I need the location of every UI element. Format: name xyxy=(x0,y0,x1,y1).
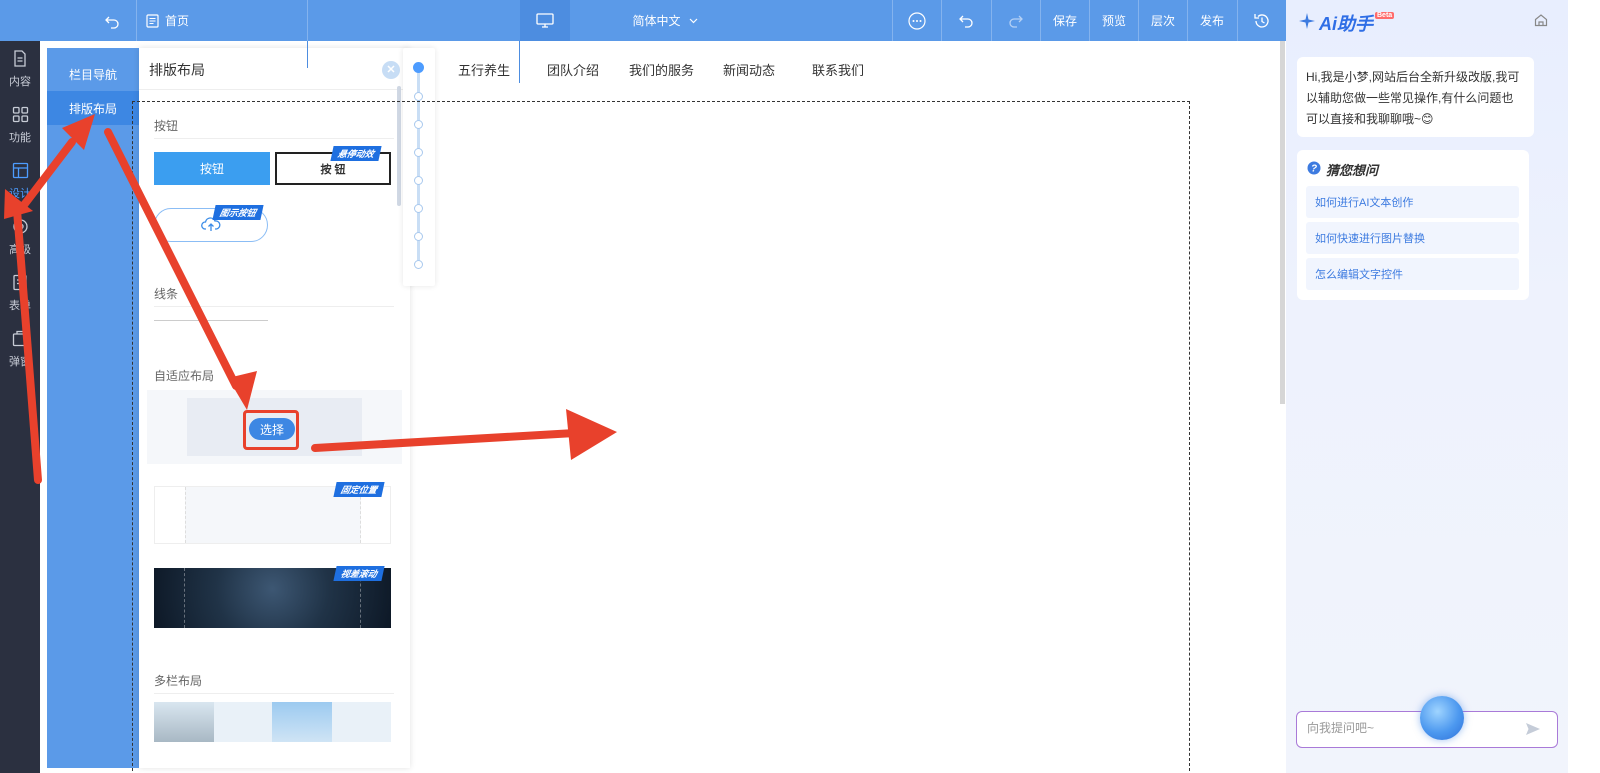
panel-title: 排版布局 xyxy=(149,62,205,78)
canvas-scrollbar[interactable] xyxy=(1280,41,1285,404)
file-icon xyxy=(12,49,28,73)
guide-line xyxy=(307,41,308,68)
question-icon: ? xyxy=(1307,161,1321,178)
language-select[interactable]: 简体中文 xyxy=(620,0,710,41)
advanced-icon xyxy=(12,218,29,241)
save-button[interactable]: 保存 xyxy=(1041,0,1089,41)
more-icon xyxy=(908,11,926,30)
preview-button[interactable]: 预览 xyxy=(1090,0,1138,41)
layout-icon xyxy=(12,162,29,185)
grid-icon xyxy=(12,106,29,129)
site-nav-item[interactable]: 五行养生 xyxy=(458,60,510,79)
language-label: 简体中文 xyxy=(632,14,681,28)
rail-item-label: 内容 xyxy=(9,75,31,88)
layers-button[interactable]: 层次 xyxy=(1139,0,1187,41)
suggested-question[interactable]: 如何快速进行图片替换 xyxy=(1306,222,1519,254)
rail-item-form[interactable]: 表单 xyxy=(0,265,40,321)
publish-button[interactable]: 发布 xyxy=(1188,0,1236,41)
ai-greeting-message: Hi,我是小梦,网站后台全新升级改版,我可以辅助您做一些常见操作,有什么问题也可… xyxy=(1297,57,1534,137)
design-subnav: 栏目导航 排版布局 xyxy=(47,48,139,768)
undo-icon xyxy=(958,14,974,28)
form-icon xyxy=(12,274,28,297)
history-icon xyxy=(1253,12,1271,30)
rail-item-content[interactable]: 内容 xyxy=(0,41,40,97)
desktop-view-button[interactable] xyxy=(520,0,570,41)
home-doc-icon xyxy=(146,13,159,28)
home-label: 首页 xyxy=(165,14,190,28)
suggested-question[interactable]: 怎么编辑文字控件 xyxy=(1306,258,1519,290)
guide-line xyxy=(519,41,520,83)
chevron-down-icon xyxy=(689,18,698,24)
suggested-questions: ? 猜您想问 如何进行AI文本创作 如何快速进行图片替换 怎么编辑文字控件 xyxy=(1297,150,1529,300)
ai-title: Ai助手 xyxy=(1319,14,1373,34)
rail-item-label: 表单 xyxy=(9,299,31,312)
ai-logo: Ai助手 Beta xyxy=(1298,10,1395,36)
home-icon[interactable] xyxy=(1534,13,1548,30)
close-icon xyxy=(386,63,396,77)
suggested-questions-label: 猜您想问 xyxy=(1326,163,1379,178)
ai-assistant-panel: Ai助手 Beta Hi,我是小梦,网站后台全新升级改版,我可以辅助您做一些常见… xyxy=(1286,0,1568,773)
drop-area[interactable] xyxy=(132,101,1190,773)
rail-item-label: 弹窗 xyxy=(9,355,31,368)
ai-voice-orb[interactable] xyxy=(1420,696,1464,740)
rail-item-label: 设计 xyxy=(9,187,31,200)
more-button[interactable] xyxy=(897,0,937,41)
site-nav-item[interactable]: 新闻动态 xyxy=(723,60,775,79)
svg-text:?: ? xyxy=(1311,164,1317,175)
redo-button[interactable] xyxy=(996,0,1036,41)
suggested-questions-title: ? 猜您想问 xyxy=(1307,160,1378,179)
subnav-item-column-nav[interactable]: 栏目导航 xyxy=(47,57,139,91)
undo-button[interactable] xyxy=(946,0,986,41)
send-icon[interactable] xyxy=(1525,722,1541,739)
popup-icon xyxy=(12,330,29,353)
suggested-question[interactable]: 如何进行AI文本创作 xyxy=(1306,186,1519,218)
site-nav-item[interactable]: 我们的服务 xyxy=(629,60,694,79)
ai-input-box xyxy=(1296,696,1558,748)
top-toolbar: 首页 简体中文 保存 预览 层次 发布 xyxy=(0,0,1312,41)
site-nav-item[interactable]: 团队介绍 xyxy=(547,60,599,79)
redo-icon xyxy=(1008,14,1024,28)
subnav-item-layout[interactable]: 排版布局 xyxy=(47,91,139,125)
slider-dot[interactable] xyxy=(414,92,423,101)
rail-item-popup[interactable]: 弹窗 xyxy=(0,321,40,377)
rail-item-label: 功能 xyxy=(9,131,31,144)
rail-item-label: 高级 xyxy=(9,243,31,256)
rail-item-functions[interactable]: 功能 xyxy=(0,97,40,153)
sparkle-icon xyxy=(1298,12,1316,35)
back-icon[interactable] xyxy=(98,0,126,41)
beta-badge: Beta xyxy=(1375,11,1395,19)
left-rail: 内容 功能 设计 高级 表单 弹窗 xyxy=(0,41,40,773)
home-page-selector[interactable]: 首页 xyxy=(146,0,206,41)
history-button[interactable] xyxy=(1242,0,1282,41)
close-button[interactable] xyxy=(382,61,400,79)
rail-item-design[interactable]: 设计 xyxy=(0,153,40,209)
rail-item-advanced[interactable]: 高级 xyxy=(0,209,40,265)
slider-dot[interactable] xyxy=(413,62,424,73)
desktop-icon xyxy=(536,12,554,29)
site-nav-item[interactable]: 联系我们 xyxy=(812,60,864,79)
